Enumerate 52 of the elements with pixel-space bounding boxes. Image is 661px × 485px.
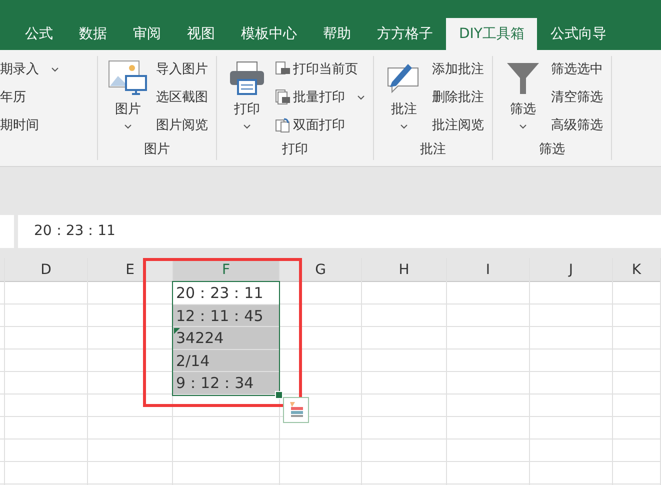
ribbon-large-button[interactable]: 批注 [382, 56, 426, 140]
ribbon-tab[interactable]: DIY工具箱 [446, 18, 538, 50]
table-cell: 20：23：11 [173, 282, 279, 304]
pages-printer-icon [275, 89, 291, 105]
table-cell: 2/14 [173, 350, 279, 372]
group-label: 筛选 [538, 141, 566, 159]
ribbon-tab[interactable]: 公式向导 [537, 18, 620, 50]
column-header[interactable]: K [613, 258, 660, 282]
ribbon-tab[interactable]: 数据 [66, 18, 120, 50]
table-cell: 12：11：45 [173, 304, 279, 327]
group-label: 批注 [419, 141, 447, 159]
ribbon-button[interactable]: 期录入 [0, 58, 59, 80]
ribbon-button[interactable]: 高级筛选 [551, 114, 603, 136]
ribbon-button[interactable]: 批量打印 [275, 86, 365, 108]
ribbon-button[interactable]: 添加批注 [432, 58, 484, 80]
column-header[interactable]: H [362, 258, 446, 282]
ribbon-tab[interactable]: 公式 [12, 18, 66, 50]
group-label: 图片 [143, 141, 171, 159]
ribbon-button[interactable]: 筛选选中 [551, 58, 603, 80]
ribbon-large-button[interactable]: 筛选 [501, 56, 545, 140]
paste-options-icon[interactable] [283, 397, 309, 423]
ribbon-large-button[interactable]: 图片 [106, 56, 150, 140]
ribbon-tab[interactable]: 帮助 [310, 18, 364, 50]
group-label: 打印 [281, 141, 309, 159]
table-cell: 34224 [173, 327, 279, 350]
ribbon-button[interactable]: 期时间 [0, 114, 59, 136]
ribbon-tab[interactable]: 审阅 [120, 18, 174, 50]
ribbon-button[interactable]: 删除批注 [432, 86, 484, 108]
ribbon-button[interactable]: 批注阅览 [432, 114, 484, 136]
ribbon-tab[interactable]: 方方格子 [364, 18, 446, 50]
fill-handle[interactable] [275, 390, 283, 398]
ribbon-tab[interactable]: 模板中心 [228, 18, 310, 50]
picture-icon [108, 60, 148, 96]
ribbon-large-button[interactable]: 打印 [225, 56, 269, 140]
column-header[interactable]: D [5, 258, 87, 282]
ribbon-button[interactable]: 打印当前页 [275, 58, 365, 80]
ribbon-button[interactable]: 导入图片 [156, 58, 208, 80]
ribbon-button[interactable]: 选区截图 [156, 86, 208, 108]
formula-field[interactable]: 20：23：11 [18, 215, 661, 248]
ribbon-tab[interactable]: 视图 [174, 18, 228, 50]
page-printer-icon [275, 61, 291, 77]
ribbon-button[interactable]: 年历 [0, 86, 59, 108]
ribbon-button[interactable]: 清空筛选 [551, 86, 603, 108]
table-cell: 9：12：34 [173, 372, 279, 394]
duplex-page-icon [275, 117, 291, 133]
column-header[interactable]: J [530, 258, 612, 282]
column-header[interactable]: G [280, 258, 361, 282]
ribbon-button[interactable]: 图片阅览 [156, 114, 208, 136]
column-header[interactable]: E [88, 258, 172, 282]
column-header[interactable]: I [447, 258, 529, 282]
printer-icon [227, 60, 267, 96]
ribbon-button[interactable]: 双面打印 [275, 114, 365, 136]
